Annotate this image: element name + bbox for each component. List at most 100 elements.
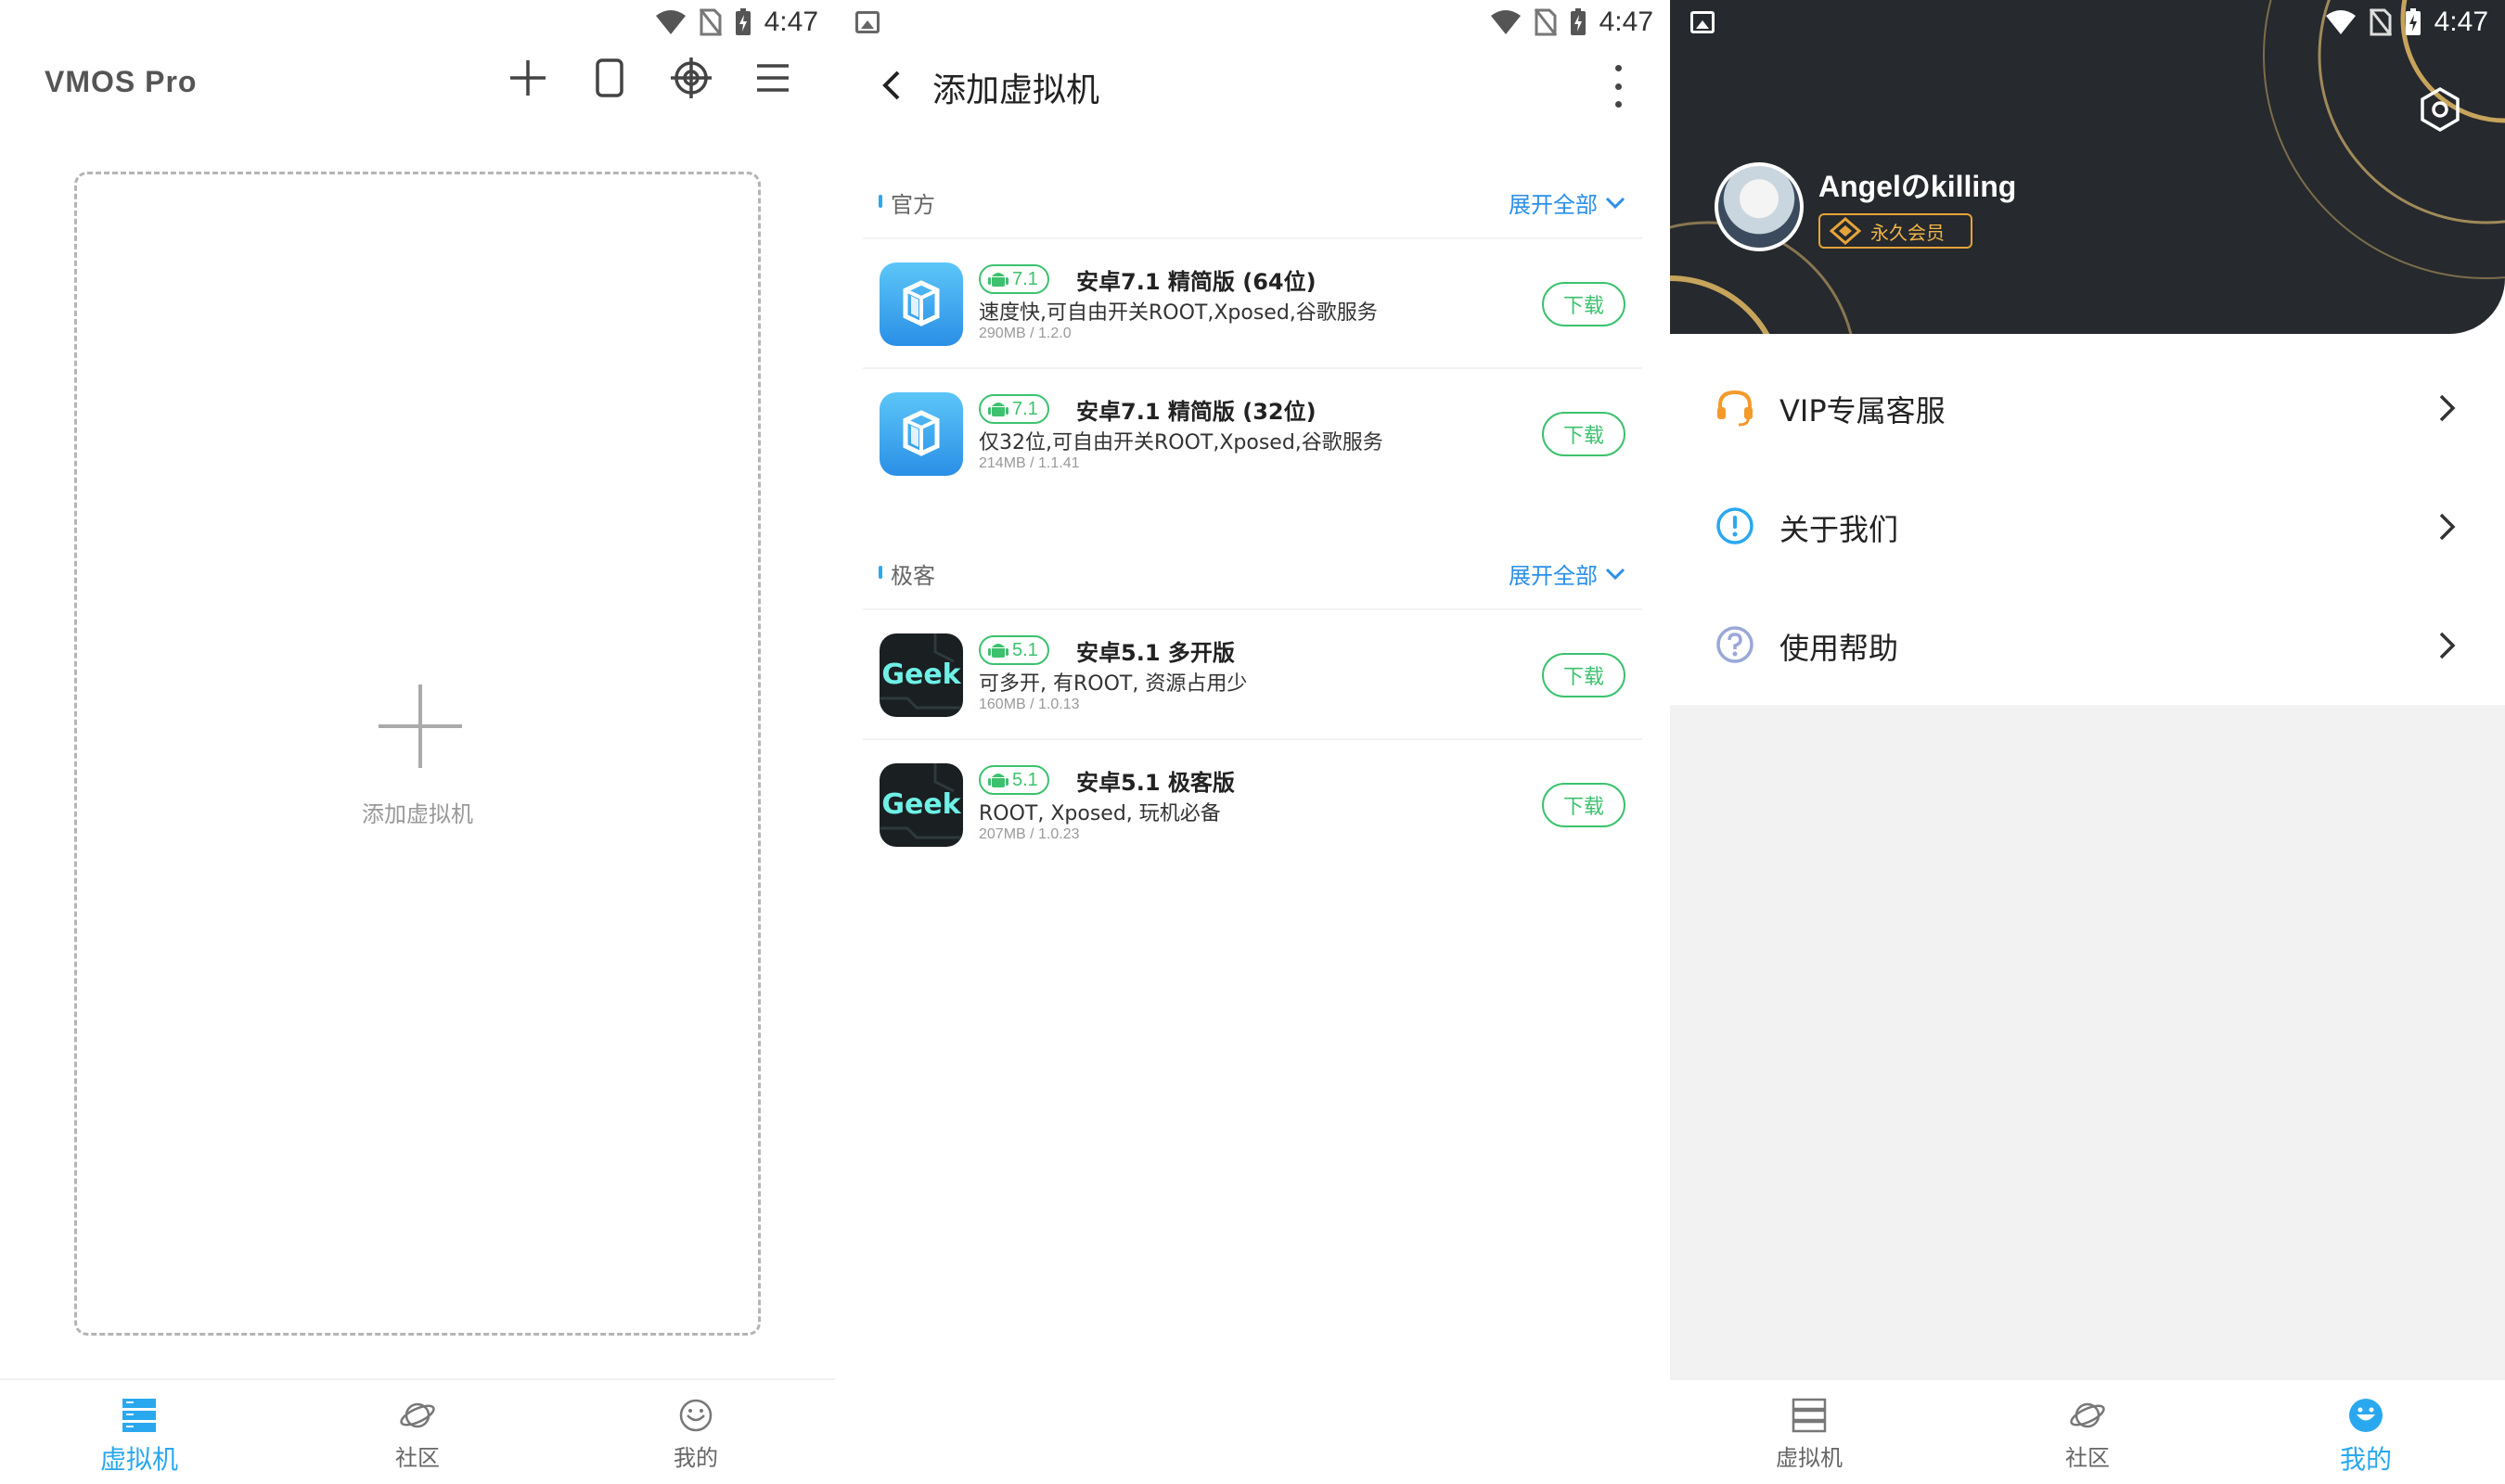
vip-badge-label: 永久会员 [1870, 221, 1945, 244]
version-label: 7.1 [1012, 268, 1038, 289]
section-marker [879, 195, 882, 208]
item-name: 安卓5.1 多开版 [1076, 640, 1235, 666]
item-name: 安卓5.1 极客版 [1076, 770, 1235, 796]
server-stack-icon [1792, 1398, 1827, 1433]
app-bar: 添加虚拟机 [835, 58, 1670, 113]
version-label: 7.1 [1012, 398, 1038, 419]
section-marker [879, 566, 882, 579]
nav-vm[interactable]: 虚拟机 [0, 1380, 278, 1484]
empty-area [1670, 705, 2505, 1378]
item-meta: 207MB / 1.0.23 [979, 826, 1080, 842]
item-desc: 仅32位,可自由开关ROOT,Xposed,谷歌服务 [979, 431, 1383, 454]
list-item[interactable]: Geek 5.1 安卓5.1 极客版 ROOT, Xposed, 玩机必备 20… [863, 738, 1642, 868]
geek-icon-text: Geek [881, 788, 961, 821]
item-desc: 可多开, 有ROOT, 资源占用少 [979, 672, 1248, 696]
nav-vm-label: 虚拟机 [99, 1444, 178, 1475]
menu-label: VIP专属客服 [1779, 393, 1946, 429]
geek-icon-text: Geek [881, 659, 961, 691]
status-bar: 4:47 [835, 0, 1670, 45]
section-official: 官方 展开全部 [835, 184, 1670, 221]
item-name: 安卓7.1 精简版 (32位) [1076, 399, 1317, 425]
toolbar [507, 58, 793, 98]
geek-icon: Geek [880, 633, 963, 717]
vmos-cube-icon [880, 262, 963, 346]
chevron-right-icon [2439, 394, 2456, 422]
more-vert-icon[interactable] [1612, 65, 1624, 108]
version-label: 5.1 [1012, 769, 1038, 790]
help-icon [1716, 626, 1754, 663]
nav-community[interactable]: 社区 [1948, 1380, 2227, 1484]
app-title: VMOS Pro [45, 65, 198, 98]
profile-header: 4:47 Angelのkilling 永久会员 [1670, 0, 2505, 334]
item-desc: ROOT, Xposed, 玩机必备 [979, 802, 1221, 825]
add-plus-icon [379, 684, 462, 768]
list-item[interactable]: 7.1 安卓7.1 精简版 (64位) 速度快,可自由开关ROOT,Xposed… [863, 237, 1642, 367]
nav-community[interactable]: 社区 [278, 1380, 557, 1484]
version-badge: 7.1 [979, 394, 1049, 424]
menu-item-vip-support[interactable]: VIP专属客服 [1670, 348, 2505, 467]
item-desc: 速度快,可自由开关ROOT,Xposed,谷歌服务 [979, 301, 1378, 325]
plus-icon[interactable] [507, 58, 548, 98]
list-item[interactable]: Geek 5.1 安卓5.1 多开版 可多开, 有ROOT, 资源占用少 160… [863, 608, 1642, 738]
avatar[interactable] [1715, 162, 1804, 251]
section-title: 极客 [891, 563, 935, 589]
section-geek: 极客 展开全部 [835, 555, 1670, 592]
android-icon [988, 644, 1008, 658]
no-sim-icon [1534, 8, 1557, 36]
vmos-cube-icon [880, 392, 963, 476]
menu-item-help[interactable]: 使用帮助 [1670, 585, 2505, 704]
phone-frame-icon[interactable] [589, 58, 630, 98]
wifi-icon [1490, 10, 1521, 34]
version-label: 5.1 [1012, 639, 1038, 660]
battery-charging-icon [1570, 8, 1586, 35]
section-title: 官方 [891, 192, 935, 218]
version-badge: 7.1 [979, 264, 1049, 294]
download-button[interactable]: 下载 [1542, 783, 1625, 827]
item-meta: 160MB / 1.0.13 [979, 697, 1080, 712]
chevron-down-icon [1605, 197, 1625, 209]
battery-charging-icon [2405, 8, 2421, 35]
download-button[interactable]: 下载 [1542, 412, 1625, 456]
nav-mine[interactable]: 我的 [557, 1380, 835, 1484]
smiley-icon [2349, 1399, 2383, 1432]
menu-item-about-us[interactable]: 关于我们 [1670, 467, 2505, 585]
profile-screen: 4:47 Angelのkilling 永久会员 VIP专属客服 关于我们 使用帮… [1670, 0, 2505, 1484]
settings-hexagon-icon[interactable] [2416, 85, 2464, 134]
android-icon [988, 774, 1008, 787]
version-badge: 5.1 [979, 635, 1049, 665]
download-button[interactable]: 下载 [1542, 653, 1625, 697]
nav-mine-label: 我的 [674, 1445, 718, 1471]
expand-all-link[interactable]: 展开全部 [1509, 557, 1625, 590]
version-badge: 5.1 [979, 765, 1049, 795]
info-icon [1716, 507, 1754, 544]
planet-icon [2070, 1402, 2105, 1428]
status-time: 4:47 [764, 6, 818, 37]
decorative-rings [1670, 0, 2505, 334]
menu-icon[interactable] [752, 58, 793, 98]
image-notification-icon [855, 11, 880, 33]
vm-home-screen: 4:47 VMOS Pro 添加虚拟机 虚拟机 社区 我的 [0, 0, 835, 1484]
vip-badge: 永久会员 [1818, 213, 1972, 249]
download-button[interactable]: 下载 [1542, 282, 1625, 326]
crosshair-icon[interactable] [671, 58, 712, 98]
add-vm-label: 添加虚拟机 [362, 801, 473, 827]
expand-all-link[interactable]: 展开全部 [1509, 186, 1625, 219]
page-title: 添加虚拟机 [932, 71, 1100, 109]
profile-menu: VIP专属客服 关于我们 使用帮助 [1670, 348, 2505, 705]
headset-icon [1717, 390, 1753, 427]
menu-label: 关于我们 [1779, 512, 1899, 547]
username: Angelのkilling [1818, 170, 2017, 203]
expand-all-label: 展开全部 [1509, 563, 1598, 589]
chevron-down-icon [1605, 568, 1625, 580]
list-item[interactable]: 7.1 安卓7.1 精简版 (32位) 仅32位,可自由开关ROOT,Xpose… [863, 367, 1642, 497]
image-notification-icon [1690, 11, 1715, 33]
chevron-right-icon [2439, 632, 2456, 659]
add-vm-card[interactable]: 添加虚拟机 [74, 172, 761, 1336]
android-icon [988, 273, 1008, 287]
back-arrow-icon[interactable] [874, 63, 911, 108]
nav-mine[interactable]: 我的 [2227, 1380, 2505, 1484]
nav-vm[interactable]: 虚拟机 [1670, 1380, 1948, 1484]
planet-icon [400, 1402, 435, 1428]
geek-icon: Geek [880, 763, 963, 847]
nav-community-label: 社区 [2065, 1445, 2110, 1471]
